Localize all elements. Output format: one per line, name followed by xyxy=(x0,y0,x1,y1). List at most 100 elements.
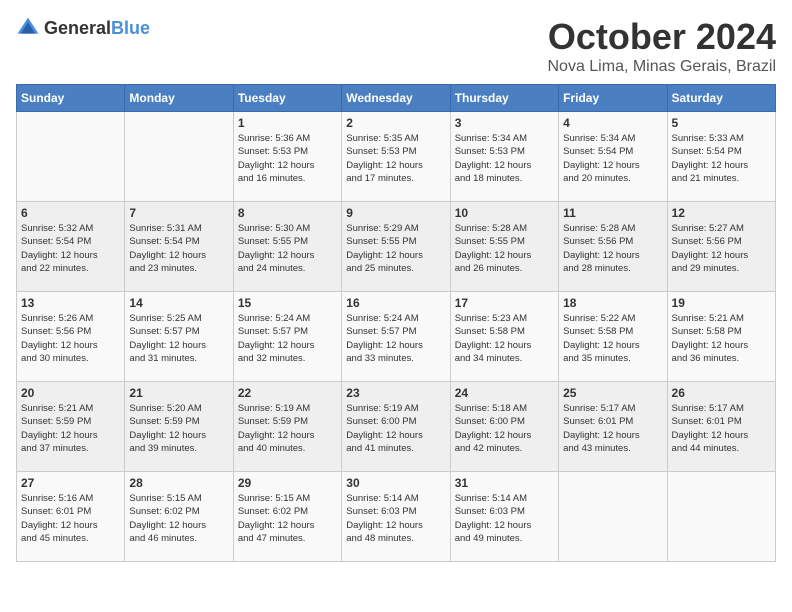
day-number: 29 xyxy=(238,476,337,490)
day-info: Sunrise: 5:35 AM Sunset: 5:53 PM Dayligh… xyxy=(346,132,445,185)
day-number: 31 xyxy=(455,476,554,490)
day-number: 23 xyxy=(346,386,445,400)
day-number: 11 xyxy=(563,206,662,220)
calendar-week-row: 6 Sunrise: 5:32 AM Sunset: 5:54 PM Daylig… xyxy=(17,202,776,292)
title-block: October 2024 Nova Lima, Minas Gerais, Br… xyxy=(547,16,776,76)
calendar-cell xyxy=(559,472,667,562)
day-info: Sunrise: 5:32 AM Sunset: 5:54 PM Dayligh… xyxy=(21,222,120,275)
calendar-cell: 15Sunrise: 5:24 AM Sunset: 5:57 PM Dayli… xyxy=(233,292,341,382)
day-number: 18 xyxy=(563,296,662,310)
day-info: Sunrise: 5:20 AM Sunset: 5:59 PM Dayligh… xyxy=(129,402,228,455)
day-number: 25 xyxy=(563,386,662,400)
logo-icon xyxy=(16,16,40,40)
day-info: Sunrise: 5:14 AM Sunset: 6:03 PM Dayligh… xyxy=(455,492,554,545)
calendar-cell: 23 Sunrise: 5:19 AM Sunset: 6:00 PM Dayli… xyxy=(342,382,450,472)
day-info: Sunrise: 5:27 AM Sunset: 5:56 PM Dayligh… xyxy=(672,222,771,275)
calendar-cell xyxy=(125,112,233,202)
day-number: 3 xyxy=(455,116,554,130)
day-info: Sunrise: 5:28 AM Sunset: 5:56 PM Dayligh… xyxy=(563,222,662,275)
calendar-cell xyxy=(667,472,775,562)
calendar-cell: 21 Sunrise: 5:20 AM Sunset: 5:59 PM Dayli… xyxy=(125,382,233,472)
day-number: 9 xyxy=(346,206,445,220)
day-info: Sunrise: 5:17 AM Sunset: 6:01 PM Dayligh… xyxy=(563,402,662,455)
calendar-cell: 18Sunrise: 5:22 AM Sunset: 5:58 PM Dayli… xyxy=(559,292,667,382)
day-number: 6 xyxy=(21,206,120,220)
day-info: Sunrise: 5:36 AM Sunset: 5:53 PM Dayligh… xyxy=(238,132,337,185)
day-info: Sunrise: 5:29 AM Sunset: 5:55 PM Dayligh… xyxy=(346,222,445,275)
day-number: 22 xyxy=(238,386,337,400)
calendar-cell: 3 Sunrise: 5:34 AM Sunset: 5:53 PM Daylig… xyxy=(450,112,558,202)
day-info: Sunrise: 5:30 AM Sunset: 5:55 PM Dayligh… xyxy=(238,222,337,275)
day-info: Sunrise: 5:34 AM Sunset: 5:53 PM Dayligh… xyxy=(455,132,554,185)
calendar-cell xyxy=(17,112,125,202)
calendar-table: SundayMondayTuesdayWednesdayThursdayFrid… xyxy=(16,84,776,562)
calendar-cell: 13 Sunrise: 5:26 AM Sunset: 5:56 PM Dayli… xyxy=(17,292,125,382)
calendar-cell: 4Sunrise: 5:34 AM Sunset: 5:54 PM Daylig… xyxy=(559,112,667,202)
day-info: Sunrise: 5:15 AM Sunset: 6:02 PM Dayligh… xyxy=(238,492,337,545)
day-number: 21 xyxy=(129,386,228,400)
calendar-cell: 1 Sunrise: 5:36 AM Sunset: 5:53 PM Daylig… xyxy=(233,112,341,202)
day-number: 5 xyxy=(672,116,771,130)
day-number: 16 xyxy=(346,296,445,310)
month-title: October 2024 xyxy=(547,16,776,58)
calendar-cell: 6 Sunrise: 5:32 AM Sunset: 5:54 PM Daylig… xyxy=(17,202,125,292)
calendar-cell: 30 Sunrise: 5:14 AM Sunset: 6:03 PM Dayli… xyxy=(342,472,450,562)
day-number: 19 xyxy=(672,296,771,310)
day-info: Sunrise: 5:14 AM Sunset: 6:03 PM Dayligh… xyxy=(346,492,445,545)
calendar-cell: 9 Sunrise: 5:29 AM Sunset: 5:55 PM Daylig… xyxy=(342,202,450,292)
calendar-week-row: 1 Sunrise: 5:36 AM Sunset: 5:53 PM Daylig… xyxy=(17,112,776,202)
day-of-week-header: Saturday xyxy=(667,85,775,112)
calendar-cell: 10Sunrise: 5:28 AM Sunset: 5:55 PM Dayli… xyxy=(450,202,558,292)
day-info: Sunrise: 5:23 AM Sunset: 5:58 PM Dayligh… xyxy=(455,312,554,365)
day-number: 12 xyxy=(672,206,771,220)
calendar-cell: 31 Sunrise: 5:14 AM Sunset: 6:03 PM Dayli… xyxy=(450,472,558,562)
day-number: 30 xyxy=(346,476,445,490)
day-info: Sunrise: 5:19 AM Sunset: 6:00 PM Dayligh… xyxy=(346,402,445,455)
day-info: Sunrise: 5:17 AM Sunset: 6:01 PM Dayligh… xyxy=(672,402,771,455)
day-info: Sunrise: 5:24 AM Sunset: 5:57 PM Dayligh… xyxy=(346,312,445,365)
day-number: 7 xyxy=(129,206,228,220)
day-of-week-header: Sunday xyxy=(17,85,125,112)
calendar-cell: 5Sunrise: 5:33 AM Sunset: 5:54 PM Daylig… xyxy=(667,112,775,202)
calendar-week-row: 13 Sunrise: 5:26 AM Sunset: 5:56 PM Dayli… xyxy=(17,292,776,382)
calendar-cell: 12 Sunrise: 5:27 AM Sunset: 5:56 PM Dayli… xyxy=(667,202,775,292)
calendar-cell: 2Sunrise: 5:35 AM Sunset: 5:53 PM Daylig… xyxy=(342,112,450,202)
calendar-cell: 20Sunrise: 5:21 AM Sunset: 5:59 PM Dayli… xyxy=(17,382,125,472)
day-info: Sunrise: 5:21 AM Sunset: 5:58 PM Dayligh… xyxy=(672,312,771,365)
calendar-cell: 22 Sunrise: 5:19 AM Sunset: 5:59 PM Dayli… xyxy=(233,382,341,472)
day-number: 15 xyxy=(238,296,337,310)
day-of-week-header: Friday xyxy=(559,85,667,112)
calendar-body: 1 Sunrise: 5:36 AM Sunset: 5:53 PM Daylig… xyxy=(17,112,776,562)
calendar-cell: 24 Sunrise: 5:18 AM Sunset: 6:00 PM Dayli… xyxy=(450,382,558,472)
calendar-cell: 17Sunrise: 5:23 AM Sunset: 5:58 PM Dayli… xyxy=(450,292,558,382)
logo: GeneralBlue xyxy=(16,16,150,40)
day-info: Sunrise: 5:15 AM Sunset: 6:02 PM Dayligh… xyxy=(129,492,228,545)
day-info: Sunrise: 5:31 AM Sunset: 5:54 PM Dayligh… xyxy=(129,222,228,275)
day-info: Sunrise: 5:16 AM Sunset: 6:01 PM Dayligh… xyxy=(21,492,120,545)
calendar-cell: 19 Sunrise: 5:21 AM Sunset: 5:58 PM Dayli… xyxy=(667,292,775,382)
calendar-cell: 14 Sunrise: 5:25 AM Sunset: 5:57 PM Dayli… xyxy=(125,292,233,382)
location-title: Nova Lima, Minas Gerais, Brazil xyxy=(547,58,776,76)
logo-blue-text: Blue xyxy=(111,18,150,38)
logo-general-text: General xyxy=(44,18,111,38)
calendar-cell: 25 Sunrise: 5:17 AM Sunset: 6:01 PM Dayli… xyxy=(559,382,667,472)
calendar-week-row: 20Sunrise: 5:21 AM Sunset: 5:59 PM Dayli… xyxy=(17,382,776,472)
day-of-week-header: Monday xyxy=(125,85,233,112)
day-info: Sunrise: 5:26 AM Sunset: 5:56 PM Dayligh… xyxy=(21,312,120,365)
calendar-cell: 26 Sunrise: 5:17 AM Sunset: 6:01 PM Dayli… xyxy=(667,382,775,472)
day-of-week-header: Wednesday xyxy=(342,85,450,112)
calendar-week-row: 27Sunrise: 5:16 AM Sunset: 6:01 PM Dayli… xyxy=(17,472,776,562)
day-info: Sunrise: 5:21 AM Sunset: 5:59 PM Dayligh… xyxy=(21,402,120,455)
calendar-cell: 27Sunrise: 5:16 AM Sunset: 6:01 PM Dayli… xyxy=(17,472,125,562)
calendar-cell: 28Sunrise: 5:15 AM Sunset: 6:02 PM Dayli… xyxy=(125,472,233,562)
day-number: 24 xyxy=(455,386,554,400)
day-number: 1 xyxy=(238,116,337,130)
day-number: 14 xyxy=(129,296,228,310)
day-info: Sunrise: 5:19 AM Sunset: 5:59 PM Dayligh… xyxy=(238,402,337,455)
day-number: 13 xyxy=(21,296,120,310)
day-info: Sunrise: 5:18 AM Sunset: 6:00 PM Dayligh… xyxy=(455,402,554,455)
page-header: GeneralBlue October 2024 Nova Lima, Mina… xyxy=(16,16,776,76)
day-info: Sunrise: 5:25 AM Sunset: 5:57 PM Dayligh… xyxy=(129,312,228,365)
day-number: 26 xyxy=(672,386,771,400)
day-number: 4 xyxy=(563,116,662,130)
